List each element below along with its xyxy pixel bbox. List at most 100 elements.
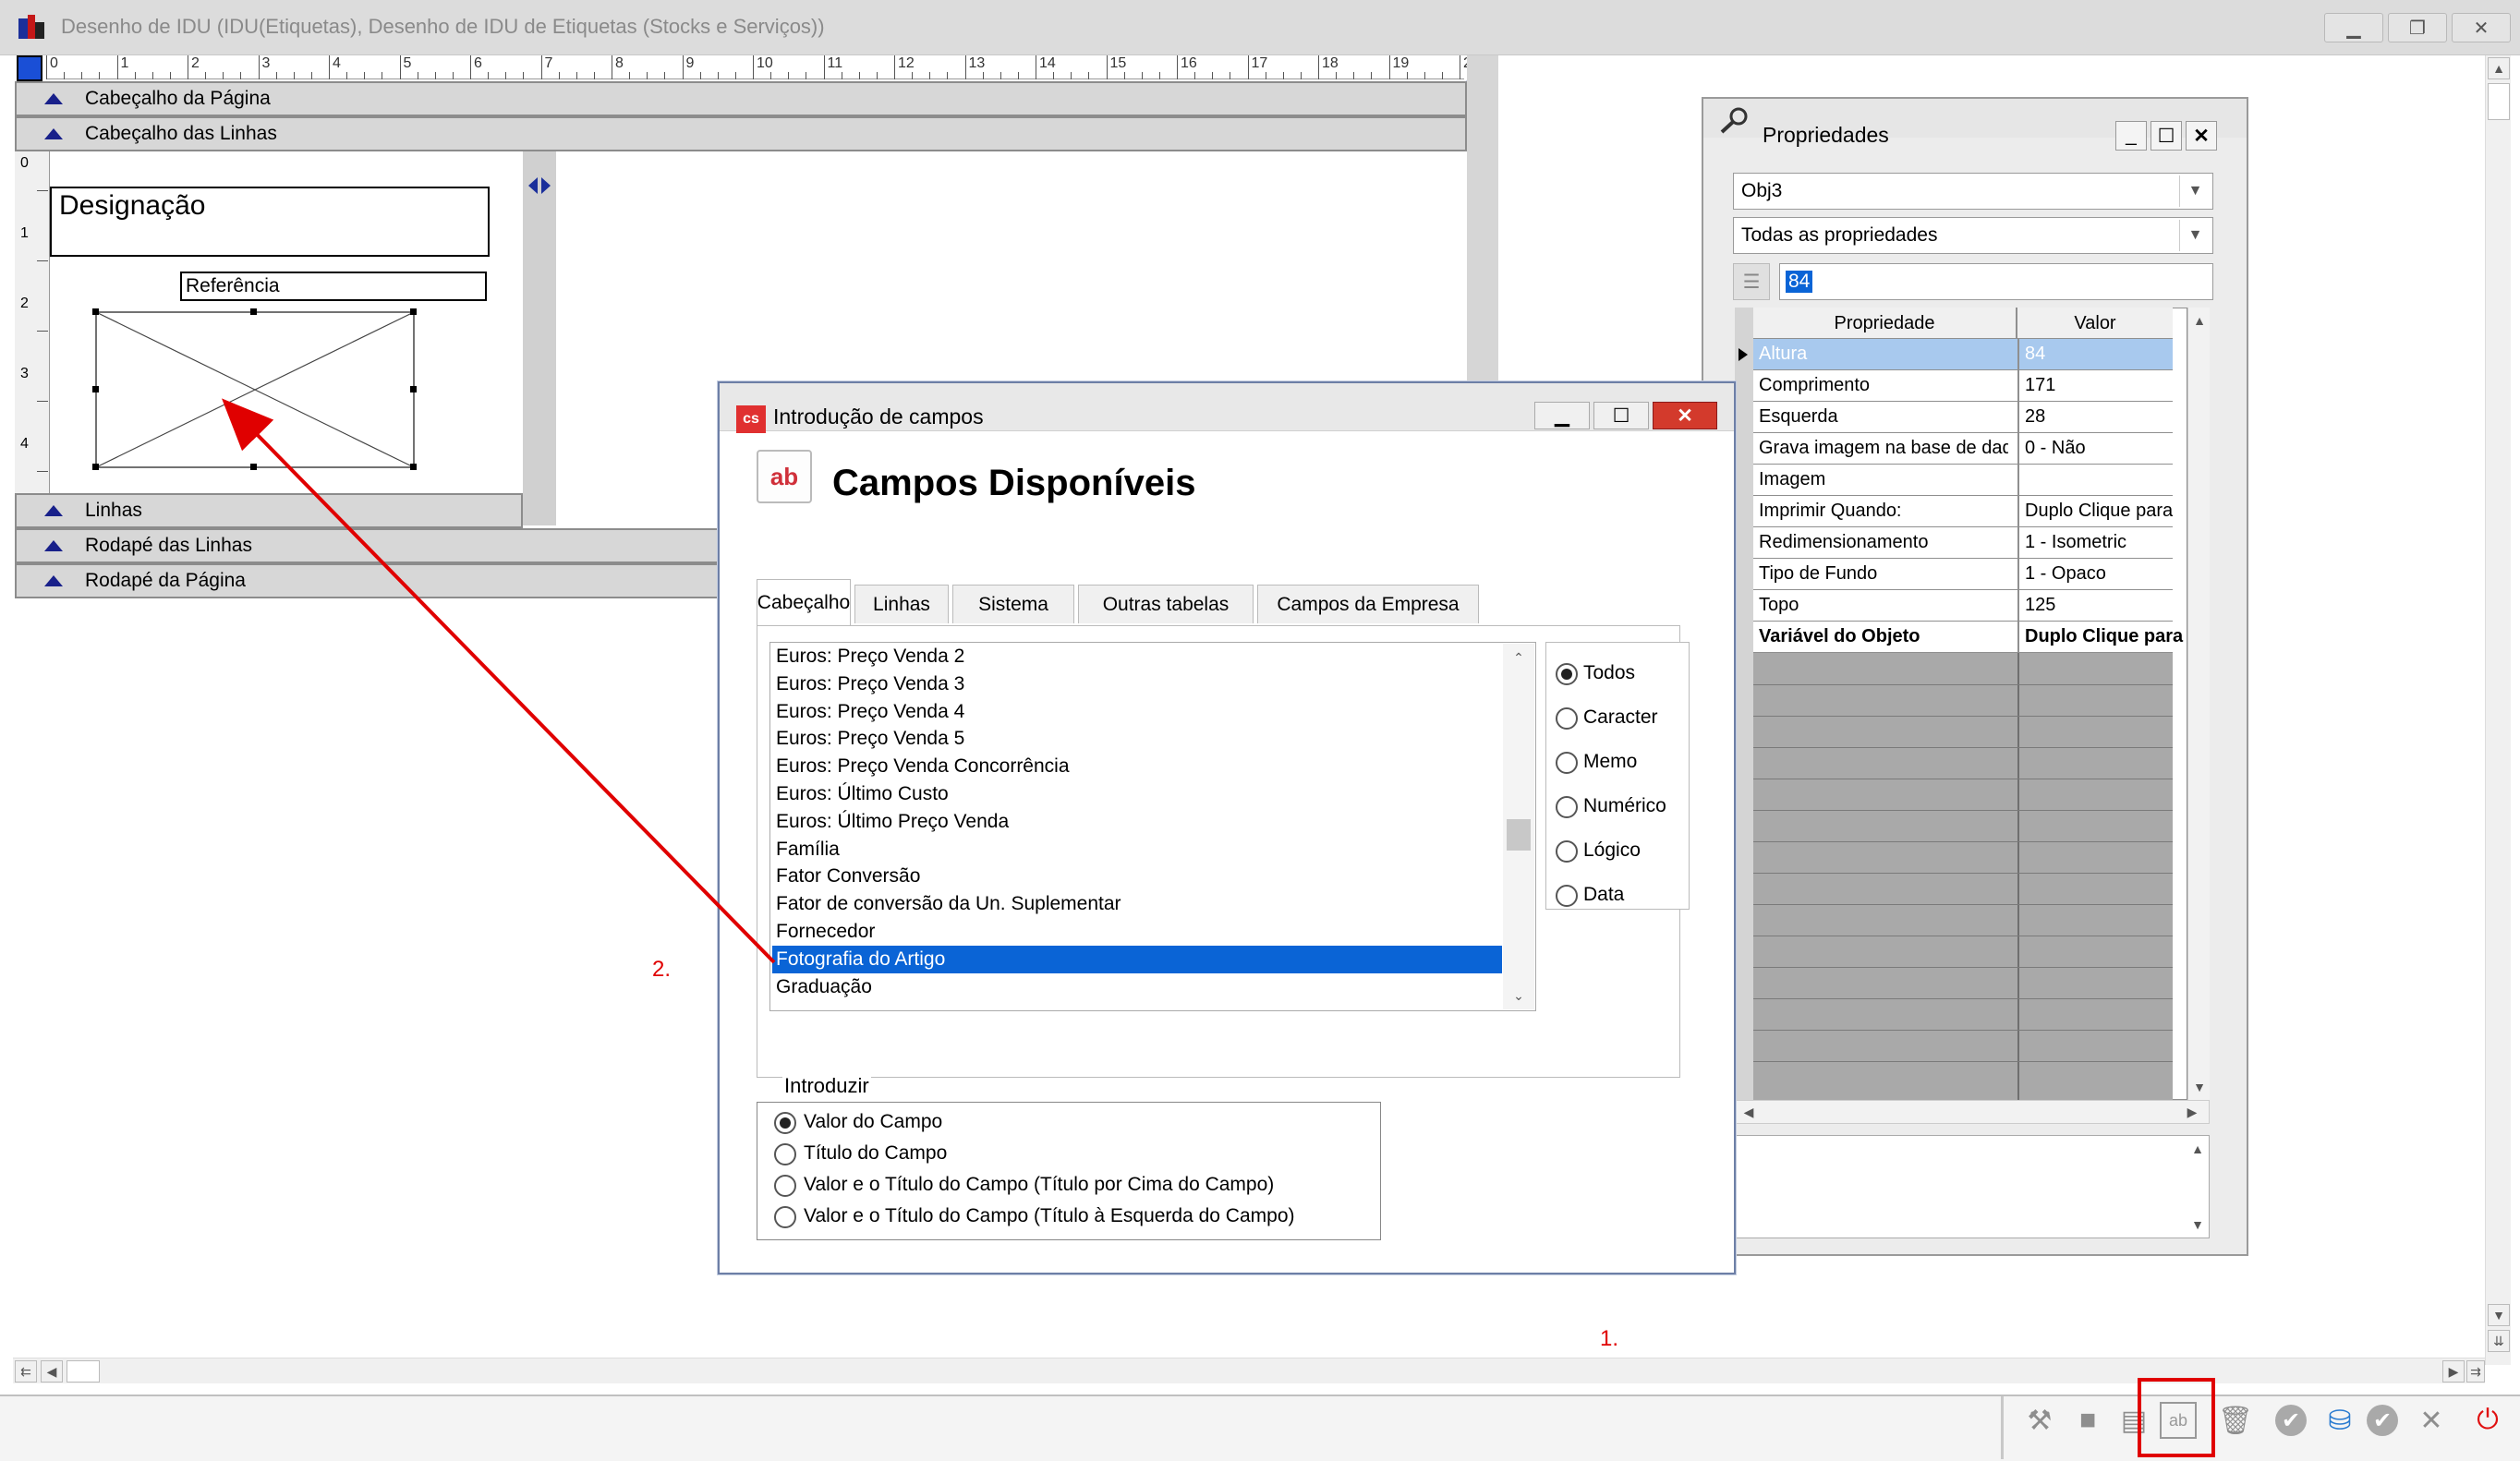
insert-option-radio[interactable] bbox=[774, 1206, 796, 1228]
type-filter-label[interactable]: Todos bbox=[1583, 662, 1635, 684]
referencia-field[interactable]: Referência bbox=[180, 272, 487, 301]
type-filter-label[interactable]: Lógico bbox=[1583, 839, 1641, 862]
scroll-start-icon[interactable]: ⇇ bbox=[15, 1360, 37, 1383]
database-icon[interactable]: ⛁ bbox=[2321, 1402, 2358, 1439]
field-list-item[interactable]: Euros: Preço Venda 3 bbox=[776, 670, 964, 698]
property-grid-vscroll[interactable]: ▲ ▼ bbox=[2187, 308, 2210, 1100]
trash-icon[interactable]: 🗑 bbox=[2217, 1402, 2254, 1439]
power-icon[interactable]: ⏻ bbox=[2469, 1402, 2506, 1439]
tab-outras-tabelas[interactable]: Outras tabelas bbox=[1078, 585, 1254, 623]
close-button[interactable]: ✕ bbox=[2452, 13, 2511, 42]
field-list-item[interactable]: Euros: Último Preço Venda bbox=[776, 808, 1009, 836]
restore-button[interactable]: ❐ bbox=[2388, 13, 2447, 42]
main-vscroll[interactable]: ▲ ▼ ⇊ bbox=[2485, 55, 2511, 1365]
column-header-property[interactable]: Propriedade bbox=[1753, 308, 2017, 339]
field-list-item[interactable]: Família bbox=[776, 836, 840, 863]
insert-option-radio[interactable] bbox=[774, 1143, 796, 1165]
type-filter-radio[interactable] bbox=[1556, 885, 1578, 907]
property-value-input[interactable]: 84 bbox=[1779, 263, 2213, 300]
chevron-up-icon[interactable]: ▲ bbox=[2488, 57, 2510, 79]
dialog-minimize-button[interactable]: ▁ bbox=[1534, 402, 1590, 429]
property-value[interactable]: Duplo Clique para bbox=[2025, 626, 2191, 647]
type-filter-radio[interactable] bbox=[1556, 707, 1578, 730]
property-row[interactable]: Imagem bbox=[1753, 465, 2173, 496]
property-row[interactable]: Comprimento 171 bbox=[1753, 370, 2173, 402]
chevron-right-icon[interactable]: ▶ bbox=[2183, 1103, 2201, 1121]
collapse-triangle-icon[interactable] bbox=[44, 575, 63, 586]
insert-option-label[interactable]: Valor e o Título do Campo (Título à Esqu… bbox=[804, 1205, 1295, 1227]
insert-option-label[interactable]: Valor do Campo bbox=[804, 1111, 942, 1133]
chevron-down-icon[interactable]: ▼ bbox=[2188, 1078, 2211, 1096]
fields-list-scrollbar[interactable]: ⌃ ⌄ bbox=[1503, 644, 1534, 1009]
check-icon[interactable]: ✔ bbox=[2275, 1405, 2307, 1436]
band-lines[interactable]: Linhas bbox=[15, 493, 523, 528]
field-list-item[interactable]: Euros: Preço Venda Concorrência bbox=[776, 753, 1070, 780]
chevron-down-icon[interactable]: ▼ bbox=[2488, 1304, 2510, 1326]
property-row[interactable]: Imprimir Quando: Duplo Clique para bbox=[1753, 496, 2173, 527]
canvas-resize-icon[interactable] bbox=[528, 175, 551, 201]
chevron-left-icon[interactable]: ◀ bbox=[41, 1360, 63, 1383]
main-hscroll[interactable]: ⇇ ◀ ▶ ⇉ bbox=[13, 1358, 2485, 1383]
property-value[interactable]: 125 bbox=[2025, 595, 2191, 616]
chevron-up-icon[interactable]: ⌃ bbox=[1508, 647, 1529, 668]
chevron-down-icon[interactable]: ▼ bbox=[2188, 1215, 2207, 1234]
collapse-triangle-icon[interactable] bbox=[44, 128, 63, 139]
property-value[interactable]: 1 - Isometric bbox=[2025, 532, 2191, 553]
property-value[interactable]: Duplo Clique para bbox=[2025, 501, 2191, 522]
chevron-up-icon[interactable]: ▲ bbox=[2188, 1140, 2207, 1158]
field-list-item[interactable]: Fornecedor bbox=[776, 918, 875, 946]
properties-minimize-button[interactable]: _ bbox=[2115, 121, 2147, 151]
property-row[interactable]: Grava imagem na base de dados 0 - Não bbox=[1753, 433, 2173, 465]
minimize-button[interactable]: ▁ bbox=[2324, 13, 2383, 42]
property-value[interactable]: 28 bbox=[2025, 406, 2191, 428]
cancel-icon[interactable]: ✕ bbox=[2413, 1402, 2450, 1439]
hscroll-thumb[interactable] bbox=[67, 1360, 100, 1383]
insert-option-label[interactable]: Título do Campo bbox=[804, 1142, 947, 1165]
tab-linhas[interactable]: Linhas bbox=[854, 585, 949, 623]
property-filter-select[interactable]: Todas as propriedades ▼ bbox=[1733, 217, 2213, 254]
tools-icon[interactable]: ⚒ bbox=[2021, 1402, 2058, 1439]
type-filter-label[interactable]: Caracter bbox=[1583, 706, 1658, 729]
field-list-item[interactable]: Fator de conversão da Un. Suplementar bbox=[776, 890, 1121, 918]
collapse-triangle-icon[interactable] bbox=[44, 93, 63, 104]
chevron-up-icon[interactable]: ▲ bbox=[2188, 311, 2211, 330]
chevron-right-icon[interactable]: ▶ bbox=[2442, 1360, 2465, 1383]
ruler-corner[interactable] bbox=[17, 55, 42, 81]
tab-campos-da-empresa[interactable]: Campos da Empresa bbox=[1257, 585, 1479, 623]
scroll-end-icon[interactable]: ⇉ bbox=[2466, 1360, 2485, 1383]
field-list-item[interactable]: Euros: Último Custo bbox=[776, 780, 949, 808]
insert-option-radio[interactable] bbox=[774, 1175, 796, 1197]
approve-icon[interactable]: ✔ bbox=[2367, 1405, 2398, 1436]
image-placeholder[interactable] bbox=[91, 307, 421, 473]
property-row[interactable]: Tipo de Fundo 1 - Opaco bbox=[1753, 559, 2173, 590]
dialog-maximize-button[interactable]: ☐ bbox=[1593, 402, 1649, 429]
collapse-triangle-icon[interactable] bbox=[44, 540, 63, 551]
vscroll-thumb[interactable] bbox=[2488, 83, 2510, 120]
field-list-item[interactable]: Euros: Preço Venda 2 bbox=[776, 643, 964, 670]
properties-maximize-button[interactable]: ☐ bbox=[2150, 121, 2182, 151]
field-list-item[interactable]: Euros: Preço Venda 5 bbox=[776, 725, 964, 753]
tab-cabeçalho[interactable]: Cabeçalho bbox=[757, 579, 851, 625]
list-icon[interactable]: ☰ bbox=[1733, 263, 1770, 300]
rectangle-icon[interactable]: ■ bbox=[2069, 1402, 2106, 1439]
type-filter-label[interactable]: Numérico bbox=[1583, 795, 1666, 817]
collapse-triangle-icon[interactable] bbox=[44, 505, 63, 516]
band-page-header[interactable]: Cabeçalho da Página bbox=[15, 81, 1467, 116]
field-list-item[interactable]: Fator Conversão bbox=[776, 863, 920, 890]
fields-list[interactable]: Euros: Preço Venda 2 Euros: Preço Venda 3… bbox=[769, 642, 1536, 1011]
type-filter-radio[interactable] bbox=[1556, 840, 1578, 863]
field-list-item[interactable]: Euros: Preço Venda 4 bbox=[776, 698, 964, 726]
canvas-width-handle[interactable] bbox=[523, 151, 556, 525]
object-select[interactable]: Obj3 ▼ bbox=[1733, 173, 2213, 210]
chevron-down-icon[interactable]: ⌄ bbox=[1508, 985, 1529, 1006]
tab-sistema[interactable]: Sistema bbox=[952, 585, 1074, 623]
properties-close-button[interactable]: ✕ bbox=[2186, 121, 2217, 151]
property-value[interactable]: 0 - Não bbox=[2025, 438, 2191, 459]
type-filter-radio[interactable] bbox=[1556, 663, 1578, 685]
property-row[interactable]: Altura 84 bbox=[1753, 339, 2173, 370]
field-list-item[interactable]: Fotografia do Artigo bbox=[772, 945, 1502, 973]
insert-option-radio[interactable] bbox=[774, 1112, 796, 1134]
property-value[interactable]: 171 bbox=[2025, 375, 2191, 396]
column-header-value[interactable]: Valor bbox=[2017, 308, 2173, 339]
scroll-end-down-icon[interactable]: ⇊ bbox=[2488, 1330, 2510, 1352]
